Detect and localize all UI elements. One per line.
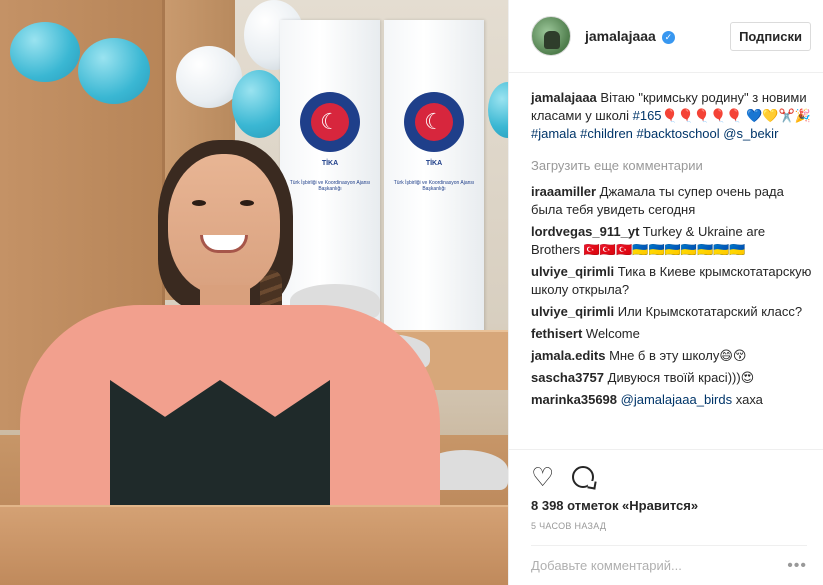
post-header: jamalajaaa ✓ Подписки [509, 0, 823, 73]
comment-username[interactable]: lordvegas_911_yt [531, 224, 639, 239]
comment-username[interactable]: iraaamiller [531, 184, 596, 199]
post-actions: ♡ 8 398 отметок «Нравится» 5 часов назад [509, 449, 823, 531]
avatar[interactable] [531, 16, 571, 56]
comment-text: Дивуюся твоїй красі)))😍 [607, 370, 755, 385]
add-comment-bar: ••• [531, 545, 807, 585]
caption-username[interactable]: jamalajaaa [531, 90, 597, 105]
post-photo[interactable]: ☾ TİKA Türk İşbirliği ve Koordinasyon Aj… [0, 0, 508, 585]
post-author-username[interactable]: jamalajaaa ✓ [585, 28, 675, 44]
comment-item: jamala.edits Мне б в эту школу😄😚 [531, 347, 813, 365]
likes-count[interactable]: 8 398 отметок «Нравится» [531, 498, 807, 513]
comment-item: fethisert Welcome [531, 325, 813, 343]
comment-username[interactable]: fethisert [531, 326, 582, 341]
comments-list: jamalajaaa Вітаю "кримську родину" з нов… [509, 73, 823, 449]
comment-item: marinka35698 @jamalajaaa_birds хаха [531, 391, 813, 409]
comment-username[interactable]: ulviye_qirimli [531, 264, 614, 279]
comment-item: lordvegas_911_yt Turkey & Ukraine are Br… [531, 223, 813, 259]
comment-username[interactable]: marinka35698 [531, 392, 617, 407]
balloon [232, 70, 286, 138]
comment-username[interactable]: ulviye_qirimli [531, 304, 614, 319]
caption: jamalajaaa Вітаю "кримську родину" з нов… [531, 89, 813, 143]
instagram-post: ☾ TİKA Türk İşbirliği ve Koordinasyon Aj… [0, 0, 823, 585]
add-comment-input[interactable] [531, 558, 788, 573]
verified-badge-icon: ✓ [661, 30, 675, 44]
balloon [10, 22, 80, 82]
photo-front-desk [0, 505, 508, 585]
balloon [78, 38, 150, 104]
comment-text: Welcome [585, 326, 640, 341]
more-options-icon[interactable]: ••• [787, 557, 807, 575]
comment-item: ulviye_qirimli Тика в Киеве крымскотатар… [531, 263, 813, 299]
post-timestamp: 5 часов назад [531, 521, 607, 531]
comment-item: ulviye_qirimli Или Крымскотатарский клас… [531, 303, 813, 321]
comment-items: iraaamiller Джамала ты супер очень рада … [531, 183, 813, 409]
comment-text: Мне б в эту школу😄😚 [609, 348, 747, 363]
comment-text: Или Крымскотатарский класс? [617, 304, 803, 319]
post-side-panel: jamalajaaa ✓ Подписки jamalajaaa Вітаю "к… [508, 0, 823, 585]
comment-text: @jamalajaaa_birds хаха [620, 392, 763, 407]
load-more-comments-link[interactable]: Загрузить еще комментарии [531, 157, 813, 175]
comment-icon[interactable] [572, 466, 595, 488]
follow-button[interactable]: Подписки [730, 21, 811, 51]
comment-item: iraaamiller Джамала ты супер очень рада … [531, 183, 813, 219]
heart-icon[interactable]: ♡ [531, 464, 554, 490]
comment-item: sascha3757 Дивуюся твоїй красі)))😍 [531, 369, 813, 387]
action-icons: ♡ [531, 460, 807, 494]
comment-username[interactable]: jamala.edits [531, 348, 605, 363]
comment-username[interactable]: sascha3757 [531, 370, 604, 385]
